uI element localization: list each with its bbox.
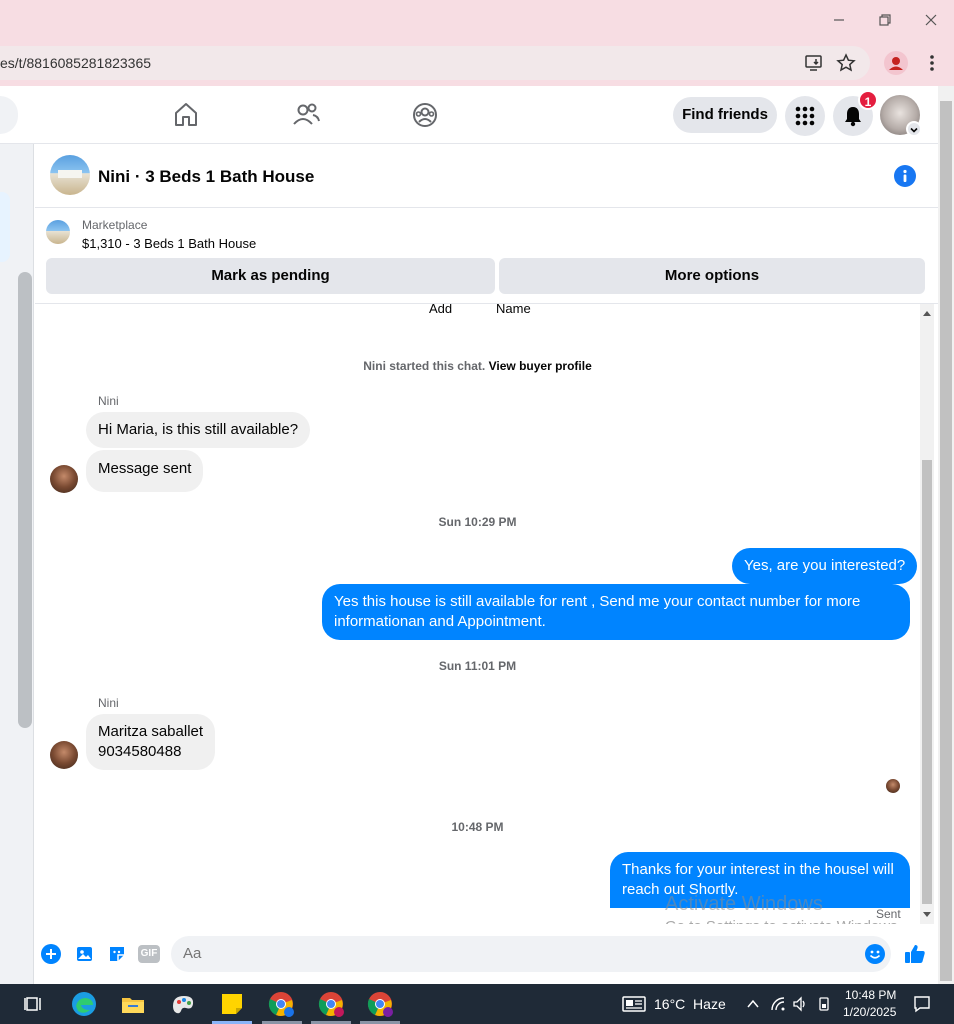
view-buyer-profile-link[interactable]: View buyer profile (489, 359, 592, 373)
clock-time[interactable]: 10:48 PM (845, 988, 896, 1002)
gif-icon[interactable]: GIF (138, 945, 160, 963)
windows-taskbar: 16°C Haze 10:48 PM 1/20/2025 (0, 984, 954, 1024)
marketplace-panel: Marketplace $1,310 - 3 Beds 1 Bath House… (35, 208, 938, 304)
message-scroll-thumb[interactable] (922, 460, 932, 904)
timestamp: Sun 10:29 PM (438, 515, 517, 529)
mark-pending-button[interactable]: Mark as pending (46, 258, 495, 294)
battery-icon[interactable] (816, 996, 832, 1012)
chat-header: Nini · 3 Beds 1 Bath House (35, 144, 938, 208)
listing-price-title[interactable]: $1,310 - 3 Beds 1 Bath House (82, 236, 256, 251)
file-explorer-icon[interactable] (119, 990, 147, 1018)
url-text[interactable]: es/t/8816085281823365 (0, 55, 151, 71)
marketplace-label: Marketplace (82, 218, 148, 232)
search-box-edge[interactable] (0, 96, 18, 134)
timestamp: Sun 11:01 PM (438, 659, 517, 673)
close-icon[interactable] (919, 8, 943, 32)
notification-center-icon[interactable] (912, 994, 932, 1014)
message-list: Add Name Nini started this chat. View bu… (35, 304, 920, 924)
message-bubble-out[interactable]: Yes this house is still available for re… (322, 584, 910, 640)
find-friends-button[interactable]: Find friends (673, 97, 777, 133)
thumbs-up-icon[interactable] (903, 942, 927, 966)
friends-icon[interactable] (291, 100, 321, 130)
message-composer: GIF (35, 924, 938, 984)
home-icon[interactable] (171, 100, 201, 130)
sticky-notes-icon[interactable] (218, 990, 246, 1018)
news-weather-icon[interactable] (620, 990, 648, 1018)
page-scroll-thumb[interactable] (940, 101, 952, 981)
timestamp: 10:48 PM (451, 820, 504, 834)
facebook-top-nav: Find friends 1 (0, 86, 938, 144)
message-bubble-out[interactable]: Yes, are you interested? (732, 548, 918, 584)
chat-started-text: Nini started this chat. (363, 359, 486, 373)
profile-icon[interactable] (884, 51, 908, 75)
listing-small-thumbnail (46, 220, 70, 244)
clock-date[interactable]: 1/20/2025 (843, 1005, 896, 1019)
plus-icon[interactable] (41, 944, 61, 964)
activate-windows-watermark: Activate Windows (665, 893, 823, 915)
cut-label-add: Add (429, 304, 453, 316)
cut-label-name: Name (496, 304, 531, 316)
weather-text[interactable]: 16°C Haze (654, 996, 726, 1012)
message-bubble-in[interactable]: Maritza saballet 9034580488 (86, 714, 216, 770)
chevron-down-icon[interactable] (906, 121, 922, 137)
paint-app-icon[interactable] (169, 990, 197, 1018)
nini-avatar[interactable] (50, 465, 78, 493)
chrome-profile-a-icon[interactable] (267, 990, 295, 1018)
message-bubble-in[interactable]: Hi Maria, is this still available? (86, 412, 311, 448)
chrome-profile-c-icon[interactable] (366, 990, 394, 1018)
page-scrollbar[interactable] (938, 86, 954, 984)
read-receipt-avatar (886, 779, 900, 793)
wifi-icon[interactable] (770, 996, 786, 1012)
edge-browser-icon[interactable] (70, 990, 98, 1018)
sidebar-scrollbar[interactable] (18, 272, 32, 728)
chrome-profile-b-icon[interactable] (317, 990, 345, 1018)
message-input[interactable] (171, 936, 891, 972)
groups-icon[interactable] (410, 100, 440, 130)
url-box[interactable]: es/t/8816085281823365 (0, 46, 870, 80)
nini-avatar[interactable] (50, 741, 78, 769)
install-app-icon[interactable] (803, 52, 825, 74)
notification-badge: 1 (858, 90, 878, 110)
task-view-icon[interactable] (20, 990, 48, 1018)
chevron-up-icon[interactable] (745, 996, 761, 1012)
message-scrollbar[interactable] (920, 304, 934, 924)
emoji-icon[interactable] (865, 944, 885, 964)
info-icon[interactable] (894, 165, 916, 187)
browser-title-bar (0, 0, 954, 40)
listing-thumbnail[interactable] (50, 155, 90, 195)
message-bubble-in[interactable]: Message sent (86, 450, 204, 492)
bookmark-star-icon[interactable] (835, 52, 857, 74)
more-options-button[interactable]: More options (499, 258, 925, 294)
minimize-icon[interactable] (827, 8, 851, 32)
house-shape (58, 170, 82, 178)
volume-icon[interactable] (792, 996, 808, 1012)
chat-started-notice: Nini started this chat. View buyer profi… (35, 359, 920, 373)
sender-name: Nini (98, 394, 119, 408)
address-bar: es/t/8816085281823365 (0, 40, 954, 86)
scroll-down-arrow-icon[interactable] (922, 911, 932, 919)
scroll-up-arrow-icon[interactable] (922, 309, 932, 317)
sidebar-active-item[interactable] (0, 192, 10, 262)
sticker-icon[interactable] (107, 944, 127, 964)
menu-button[interactable] (785, 96, 825, 136)
bell-icon (845, 107, 861, 127)
chat-title[interactable]: Nini · 3 Beds 1 Bath House (98, 167, 314, 187)
sender-name: Nini (98, 696, 119, 710)
photo-icon[interactable] (75, 944, 95, 964)
restore-icon[interactable] (873, 8, 897, 32)
kebab-menu-icon[interactable] (922, 52, 942, 74)
left-sidebar-edge (0, 144, 34, 984)
grid-menu-icon (795, 106, 815, 126)
